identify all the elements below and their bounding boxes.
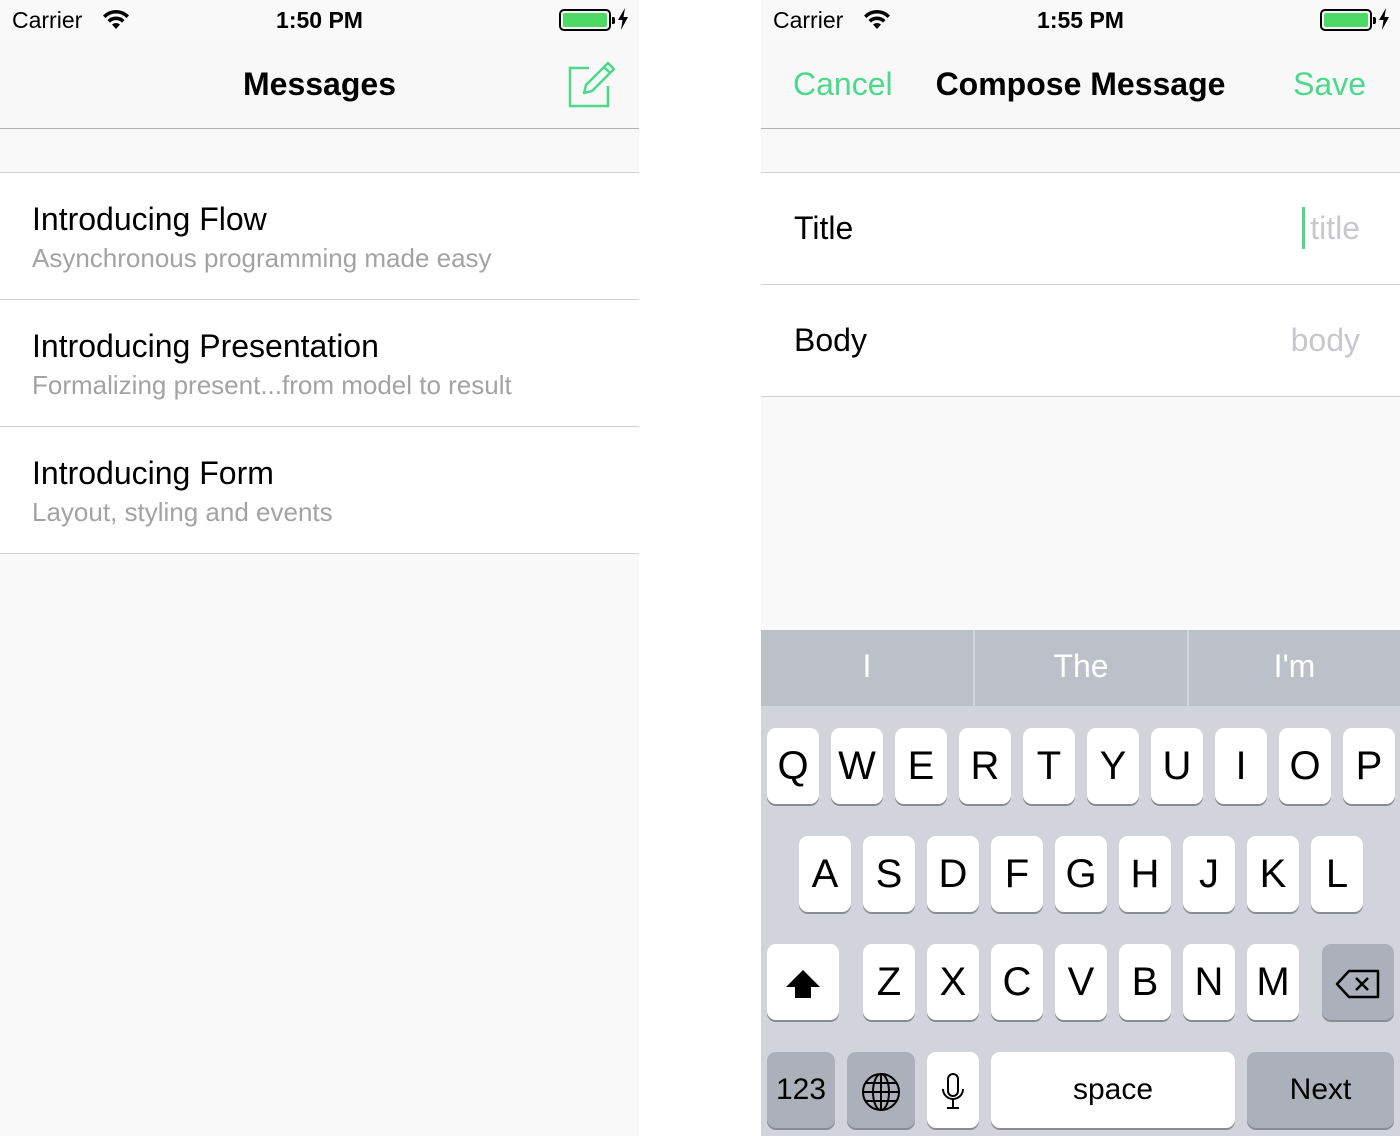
backspace-key[interactable]	[1322, 944, 1394, 1020]
key-b[interactable]: B	[1119, 944, 1171, 1020]
charging-bolt-icon	[618, 8, 628, 30]
suggestion[interactable]: The	[975, 630, 1187, 706]
key-h[interactable]: H	[1119, 836, 1171, 912]
message-title: Introducing Presentation	[32, 328, 379, 364]
key-y[interactable]: Y	[1087, 728, 1139, 804]
compose-form: Title Body	[761, 172, 1400, 397]
message-title: Introducing Form	[32, 455, 274, 491]
list-item[interactable]: Introducing Flow Asynchronous programmin…	[0, 173, 639, 300]
navigation-bar: Cancel Compose Message Save	[761, 40, 1400, 129]
key-i[interactable]: I	[1215, 728, 1267, 804]
message-subtitle: Formalizing present...from model to resu…	[32, 370, 512, 400]
key-m[interactable]: M	[1247, 944, 1299, 1020]
message-list: Introducing Flow Asynchronous programmin…	[0, 172, 639, 554]
status-bar: Carrier 1:55 PM	[761, 0, 1400, 40]
shift-arrow-icon	[786, 970, 820, 999]
list-item[interactable]: Introducing Form Layout, styling and eve…	[0, 427, 639, 554]
keyboard: I The I'm Q W E R T Y U I O P A S D F G H J K L Z X C V B N M 123 s…	[761, 630, 1400, 1136]
key-q[interactable]: Q	[767, 728, 819, 804]
globe-icon	[862, 1073, 900, 1112]
dictation-key[interactable]	[927, 1052, 979, 1128]
text-cursor	[1302, 207, 1305, 249]
shift-key[interactable]	[767, 944, 839, 1020]
key-g[interactable]: G	[1055, 836, 1107, 912]
key-j[interactable]: J	[1183, 836, 1235, 912]
key-u[interactable]: U	[1151, 728, 1203, 804]
body-label: Body	[794, 322, 867, 358]
battery-icon	[1320, 9, 1376, 31]
charging-bolt-icon	[1379, 8, 1389, 30]
key-z[interactable]: Z	[863, 944, 915, 1020]
save-button[interactable]: Save	[1293, 66, 1366, 103]
title-input[interactable]	[1060, 206, 1360, 250]
globe-key[interactable]	[847, 1052, 915, 1128]
messages-screen: Carrier 1:50 PM Messages Introducing Flo…	[0, 0, 639, 1136]
key-v[interactable]: V	[1055, 944, 1107, 1020]
compose-screen: Carrier 1:55 PM Cancel Compose Message S…	[761, 0, 1400, 1136]
space-key[interactable]: space	[991, 1052, 1235, 1128]
suggestion[interactable]: I	[761, 630, 973, 706]
microphone-icon	[942, 1073, 964, 1110]
key-d[interactable]: D	[927, 836, 979, 912]
body-row: Body	[761, 285, 1400, 397]
message-subtitle: Layout, styling and events	[32, 497, 333, 527]
key-x[interactable]: X	[927, 944, 979, 1020]
backspace-icon	[1335, 970, 1380, 999]
key-l[interactable]: L	[1311, 836, 1363, 912]
suggestion-bar: I The I'm	[761, 630, 1400, 706]
key-f[interactable]: F	[991, 836, 1043, 912]
status-bar: Carrier 1:50 PM	[0, 0, 639, 40]
navigation-bar: Messages	[0, 40, 639, 129]
key-r[interactable]: R	[959, 728, 1011, 804]
title-row: Title	[761, 173, 1400, 285]
key-p[interactable]: P	[1343, 728, 1395, 804]
message-title: Introducing Flow	[32, 201, 267, 237]
compose-icon[interactable]	[567, 60, 617, 108]
key-n[interactable]: N	[1183, 944, 1235, 1020]
suggestion[interactable]: I'm	[1189, 630, 1400, 706]
key-a[interactable]: A	[799, 836, 851, 912]
numbers-key[interactable]: 123	[767, 1052, 835, 1128]
key-t[interactable]: T	[1023, 728, 1075, 804]
key-w[interactable]: W	[831, 728, 883, 804]
key-s[interactable]: S	[863, 836, 915, 912]
body-input[interactable]	[1060, 318, 1360, 362]
key-e[interactable]: E	[895, 728, 947, 804]
key-o[interactable]: O	[1279, 728, 1331, 804]
list-item[interactable]: Introducing Presentation Formalizing pre…	[0, 300, 639, 427]
page-title: Messages	[243, 66, 396, 102]
next-key[interactable]: Next	[1247, 1052, 1394, 1128]
battery-icon	[559, 9, 615, 31]
title-label: Title	[794, 210, 854, 246]
message-subtitle: Asynchronous programming made easy	[32, 243, 492, 273]
key-k[interactable]: K	[1247, 836, 1299, 912]
key-c[interactable]: C	[991, 944, 1043, 1020]
status-time: 1:50 PM	[276, 7, 363, 33]
status-time: 1:55 PM	[1037, 7, 1124, 33]
